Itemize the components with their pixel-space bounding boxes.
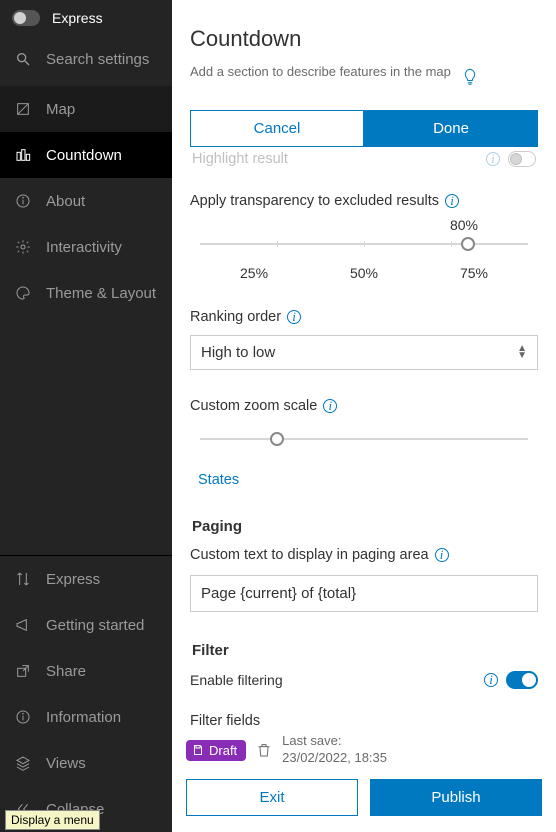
nav-label: Countdown xyxy=(46,147,122,164)
nav-countdown[interactable]: Countdown xyxy=(0,132,172,178)
highlight-toggle[interactable] xyxy=(508,151,536,167)
paging-input[interactable] xyxy=(190,575,538,612)
transparency-value: 80% xyxy=(190,217,538,233)
slider-thumb[interactable] xyxy=(270,432,284,446)
zoom-slider[interactable] xyxy=(190,430,538,458)
bottom-label: Views xyxy=(46,755,86,772)
info-icon[interactable]: i xyxy=(484,673,498,687)
save-icon xyxy=(192,744,204,756)
delete-button[interactable] xyxy=(256,742,272,758)
highlight-label: Highlight result xyxy=(192,151,288,167)
info-icon[interactable]: i xyxy=(445,194,459,208)
express-toggle[interactable] xyxy=(12,10,40,26)
transparency-section: Apply transparency to excluded results i… xyxy=(190,193,538,281)
ranking-section: Ranking order i High to low ▲▼ xyxy=(190,309,538,370)
bottom-label: Information xyxy=(46,709,121,726)
nav-label: About xyxy=(46,193,85,210)
transparency-slider[interactable] xyxy=(190,235,538,263)
zoom-label: Custom zoom scale xyxy=(190,398,317,414)
save-info: Last save: 23/02/2022, 18:35 xyxy=(282,733,387,767)
states-link[interactable]: States xyxy=(190,472,538,488)
palette-icon xyxy=(14,284,32,302)
filter-title: Filter xyxy=(192,642,538,659)
draft-badge: Draft xyxy=(186,740,246,761)
nav-interactivity[interactable]: Interactivity xyxy=(0,224,172,270)
nav-map[interactable]: Map xyxy=(0,86,172,132)
ranking-label: Ranking order xyxy=(190,309,281,325)
bottom-label: Share xyxy=(46,663,86,680)
last-save-label: Last save: xyxy=(282,733,387,750)
last-save-value: 23/02/2022, 18:35 xyxy=(282,750,387,767)
paging-title: Paging xyxy=(192,518,538,535)
lightbulb-icon[interactable] xyxy=(461,64,481,88)
nav-label: Theme & Layout xyxy=(46,285,156,302)
slider-thumb[interactable] xyxy=(461,237,475,251)
info-icon[interactable]: i xyxy=(323,399,337,413)
search-placeholder: Search settings xyxy=(46,51,149,68)
filter-fields-label: Filter fields xyxy=(190,713,260,725)
bottom-getting-started[interactable]: Getting started xyxy=(0,602,172,648)
highlight-result-row: Highlight result i xyxy=(190,147,538,169)
page-description: Add a section to describe features in th… xyxy=(190,64,451,79)
info-icon xyxy=(14,192,32,210)
map-icon xyxy=(14,100,32,118)
info-icon[interactable]: i xyxy=(287,310,301,324)
ranking-value: High to low xyxy=(201,344,275,361)
nav-label: Map xyxy=(46,101,75,118)
bottom-label: Getting started xyxy=(46,617,144,634)
share-icon xyxy=(14,662,32,680)
nav-label: Interactivity xyxy=(46,239,122,256)
filter-toggle[interactable] xyxy=(506,671,538,689)
bottom-share[interactable]: Share xyxy=(0,648,172,694)
draft-row: Draft Last save: 23/02/2022, 18:35 xyxy=(186,733,542,767)
ranking-select[interactable]: High to low ▲▼ xyxy=(190,335,538,370)
done-button[interactable]: Done xyxy=(364,110,538,147)
tick-25: 25% xyxy=(240,265,268,281)
draft-badge-label: Draft xyxy=(209,743,237,758)
layers-icon xyxy=(14,754,32,772)
bottom-views[interactable]: Views xyxy=(0,740,172,786)
swap-icon xyxy=(14,570,32,588)
sidebar: Express Search settings Map Countdown Ab… xyxy=(0,0,172,832)
main-panel: Countdown Add a section to describe feat… xyxy=(172,0,556,832)
enable-filter-row: Enable filtering i xyxy=(190,671,538,689)
footer: Draft Last save: 23/02/2022, 18:35 Exit … xyxy=(172,725,556,832)
bottom-label: Express xyxy=(46,571,100,588)
sidebar-bottom: Express Getting started Share Informatio… xyxy=(0,555,172,832)
zoom-section: Custom zoom scale i States xyxy=(190,398,538,488)
cancel-button[interactable]: Cancel xyxy=(190,110,364,147)
express-label: Express xyxy=(52,10,103,26)
action-bar: Cancel Done xyxy=(190,110,538,147)
paging-desc: Custom text to display in paging area xyxy=(190,547,429,563)
panel-header: Countdown Add a section to describe feat… xyxy=(172,0,556,94)
countdown-icon xyxy=(14,146,32,164)
exit-button[interactable]: Exit xyxy=(186,779,358,816)
tick-labels: 25% 50% 75% xyxy=(190,265,538,281)
info-icon[interactable]: i xyxy=(435,548,449,562)
tick-75: 75% xyxy=(460,265,488,281)
tooltip: Display a menu xyxy=(5,810,100,830)
nav-about[interactable]: About xyxy=(0,178,172,224)
filter-enable-label: Enable filtering xyxy=(190,672,283,688)
tick-50: 50% xyxy=(350,265,378,281)
bottom-express[interactable]: Express xyxy=(0,556,172,602)
search-icon xyxy=(14,50,32,68)
express-mode-row: Express xyxy=(0,0,172,36)
transparency-label: Apply transparency to excluded results xyxy=(190,193,439,209)
search-settings[interactable]: Search settings xyxy=(0,36,172,86)
gear-icon xyxy=(14,238,32,256)
publish-button[interactable]: Publish xyxy=(370,779,542,816)
info-icon xyxy=(14,708,32,726)
megaphone-icon xyxy=(14,616,32,634)
nav-theme[interactable]: Theme & Layout xyxy=(0,270,172,316)
bottom-information[interactable]: Information xyxy=(0,694,172,740)
caret-icon: ▲▼ xyxy=(517,346,527,359)
page-title: Countdown xyxy=(190,26,538,52)
form-content: Highlight result i Apply transparency to… xyxy=(172,147,556,725)
info-icon[interactable]: i xyxy=(486,152,500,166)
